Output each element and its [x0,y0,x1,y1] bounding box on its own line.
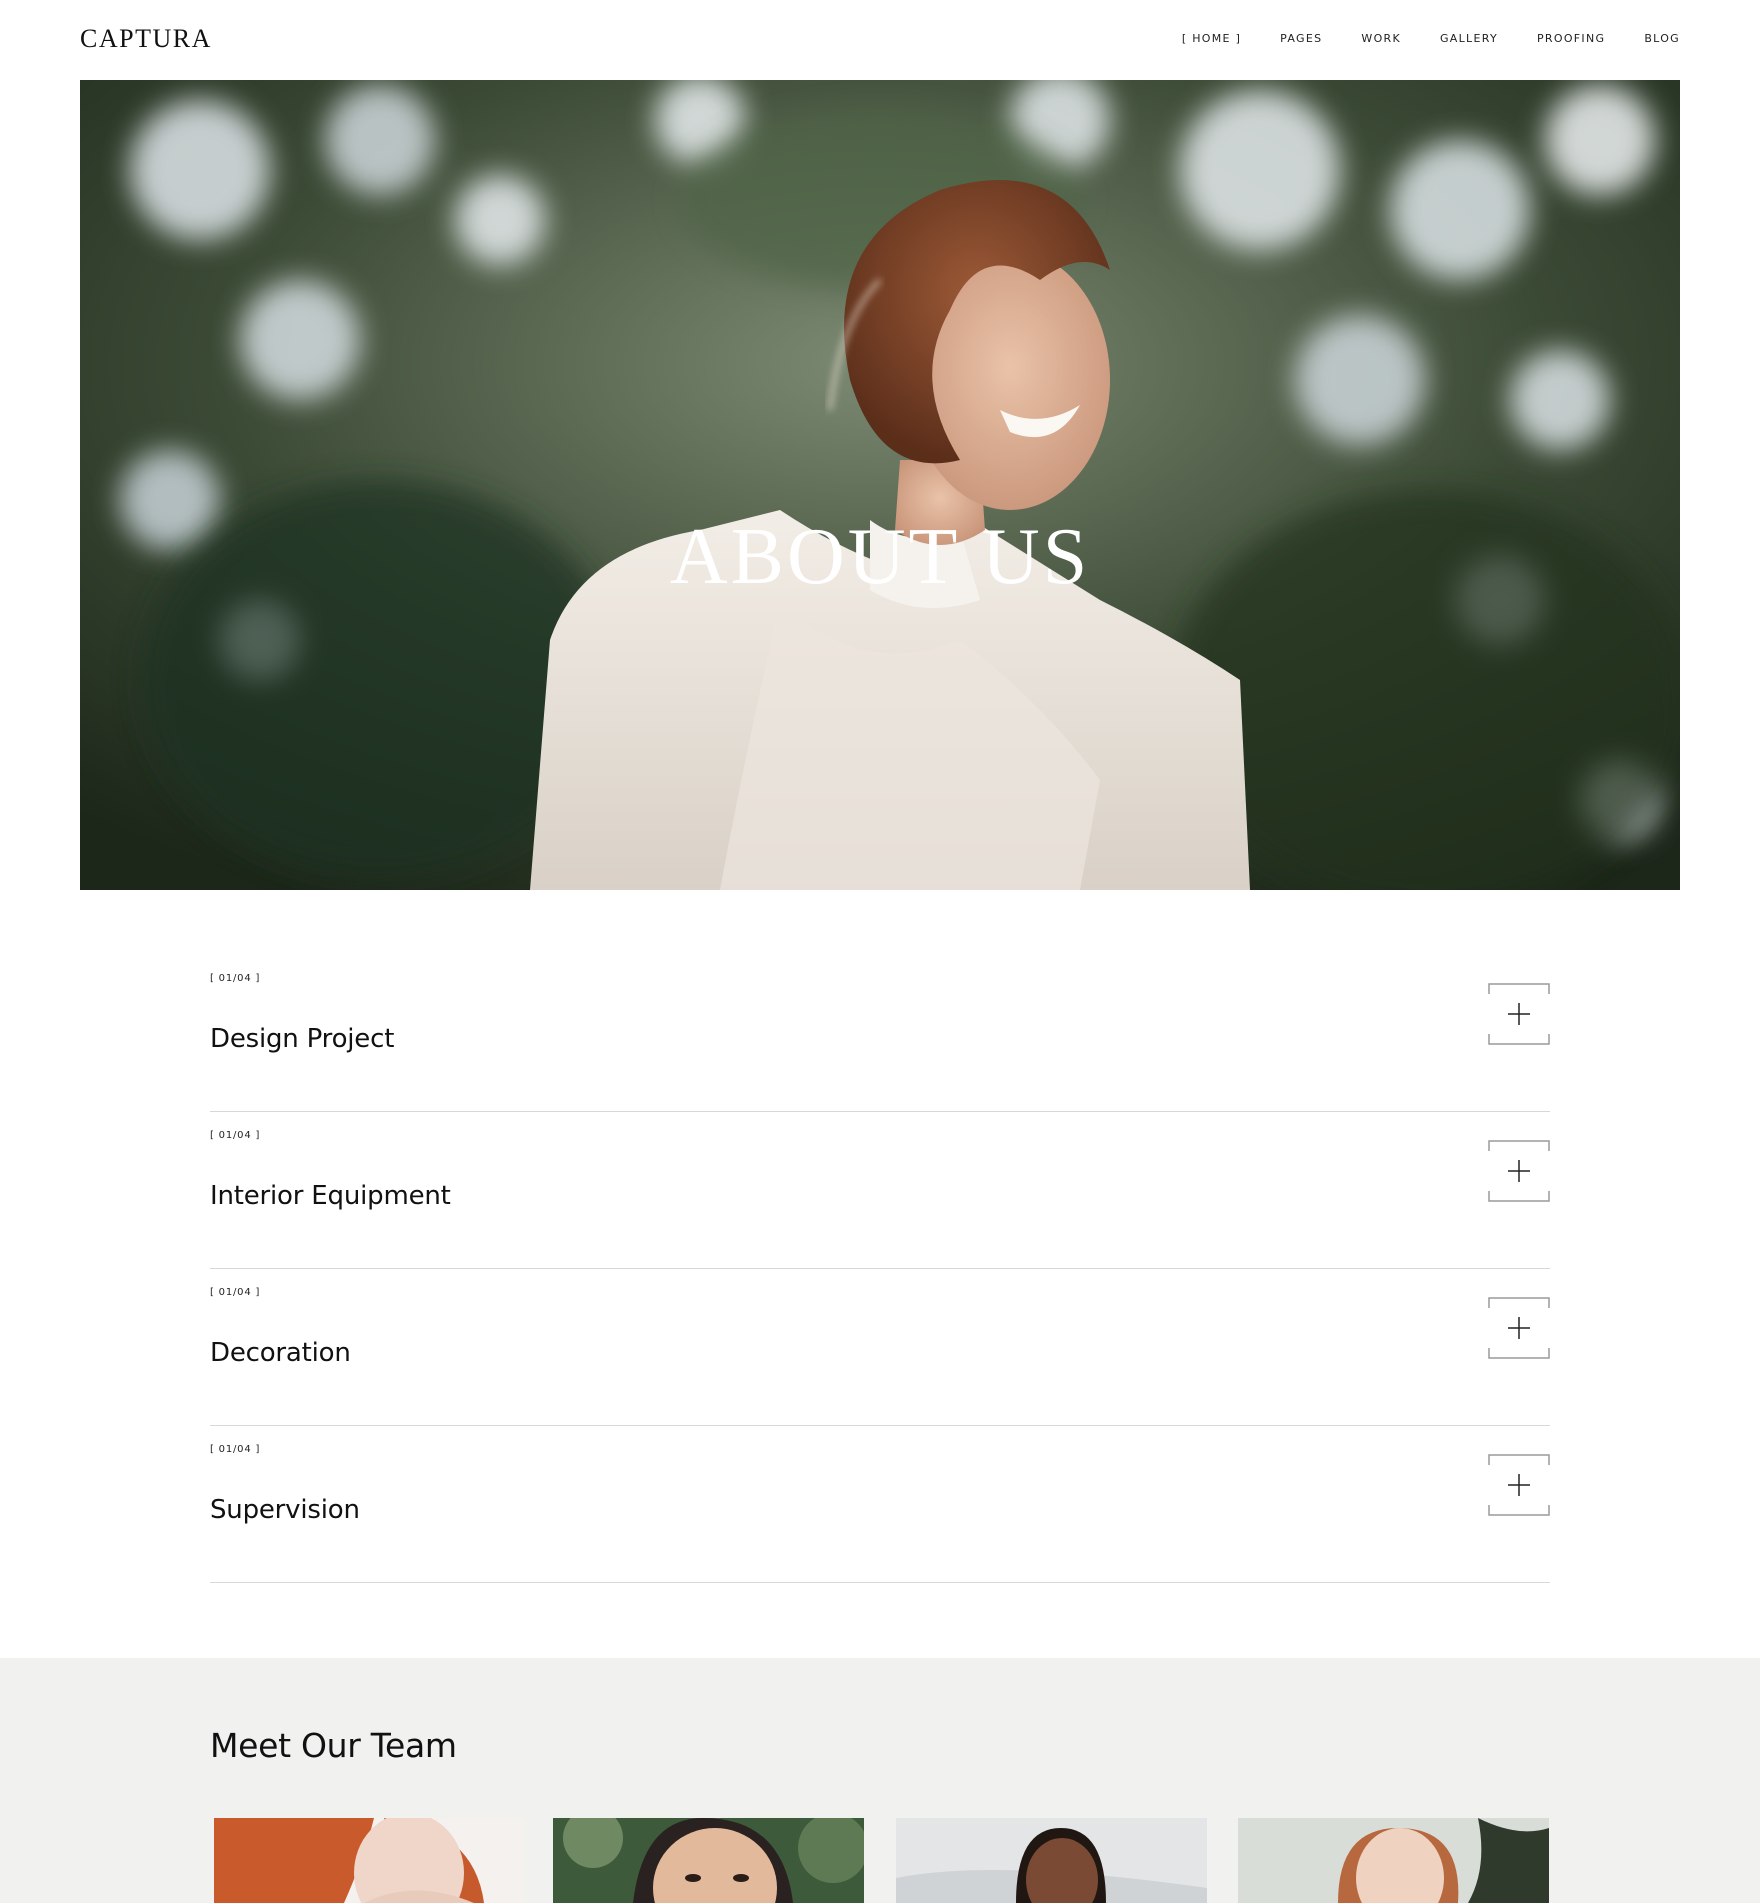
portrait-image [896,1818,1207,1903]
nav-item-pages[interactable]: PAGES [1280,32,1322,45]
team-heading: Meet Our Team [210,1726,457,1765]
nav-item-gallery[interactable]: GALLERY [1440,32,1498,45]
accordion-item[interactable]: [ 01/04 ] Interior Equipment [210,1112,1550,1269]
services-accordion: [ 01/04 ] Design Project [ 01/04 ] Inter… [210,955,1550,1583]
main-nav: [ HOME ] PAGES WORK GALLERY PROOFING BLO… [1143,32,1680,45]
portrait-image [214,1818,525,1903]
team-member-photo[interactable] [1238,1818,1549,1903]
accordion-title[interactable]: Decoration [210,1338,351,1368]
accordion-title[interactable]: Design Project [210,1024,394,1054]
plus-icon [1488,1140,1550,1202]
hero-banner: ABOUT US [80,80,1680,890]
nav-item-home[interactable]: [ HOME ] [1182,32,1241,45]
plus-icon [1488,1454,1550,1516]
accordion-toggle-button[interactable] [1488,1140,1550,1202]
site-header: CAPTURA [ HOME ] PAGES WORK GALLERY PROO… [0,0,1760,80]
team-section: Meet Our Team [0,1658,1760,1903]
accordion-item[interactable]: [ 01/04 ] Supervision [210,1426,1550,1583]
accordion-toggle-button[interactable] [1488,1297,1550,1359]
accordion-toggle-button[interactable] [1488,983,1550,1045]
nav-item-work[interactable]: WORK [1361,32,1401,45]
accordion-toggle-button[interactable] [1488,1454,1550,1516]
team-member-photo[interactable] [214,1818,525,1903]
portrait-image [553,1818,864,1903]
hero-photo [80,80,1680,890]
accordion-title[interactable]: Interior Equipment [210,1181,451,1211]
accordion-counter: [ 01/04 ] [210,1130,261,1141]
accordion-item[interactable]: [ 01/04 ] Decoration [210,1269,1550,1426]
accordion-item[interactable]: [ 01/04 ] Design Project [210,955,1550,1112]
site-logo[interactable]: CAPTURA [80,24,212,54]
team-member-photo[interactable] [896,1818,1207,1903]
plus-icon [1488,1297,1550,1359]
plus-icon [1488,983,1550,1045]
nav-item-proofing[interactable]: PROOFING [1537,32,1605,45]
accordion-counter: [ 01/04 ] [210,1287,261,1298]
accordion-title[interactable]: Supervision [210,1495,360,1525]
portrait-image [1238,1818,1549,1903]
accordion-counter: [ 01/04 ] [210,1444,261,1455]
team-member-photo[interactable] [553,1818,864,1903]
nav-item-blog[interactable]: BLOG [1644,32,1680,45]
page-title: ABOUT US [669,513,1091,601]
accordion-counter: [ 01/04 ] [210,973,261,984]
